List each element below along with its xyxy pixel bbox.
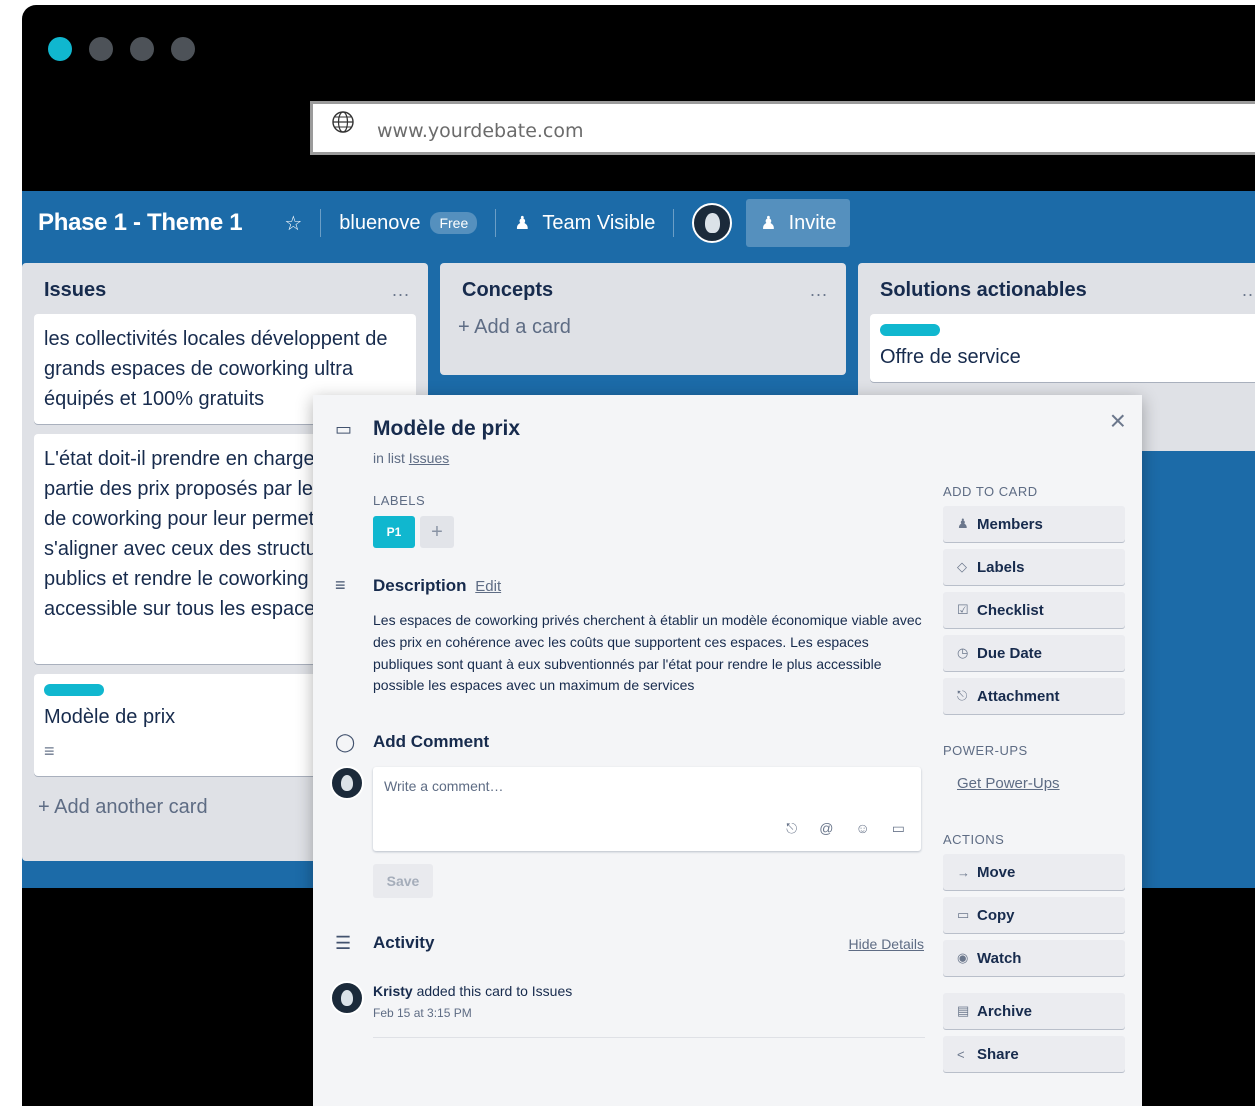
invite-button[interactable]: ♟ Invite <box>746 199 851 247</box>
maximize-window-button[interactable] <box>130 37 154 61</box>
add-label-button[interactable]: + <box>420 516 454 548</box>
header-divider <box>320 209 322 237</box>
close-icon[interactable]: × <box>1110 405 1126 437</box>
card-icon: ▭ <box>335 419 353 439</box>
member-avatar[interactable] <box>692 203 733 243</box>
add-member-icon: ♟ <box>760 212 777 233</box>
minimize-window-button[interactable] <box>89 37 113 61</box>
archive-icon: ▤ <box>957 1003 970 1018</box>
mention-icon[interactable]: @ <box>819 820 833 837</box>
list-title[interactable]: Concepts <box>462 279 553 302</box>
in-list-link[interactable]: Issues <box>409 450 449 466</box>
edit-description-link[interactable]: Edit <box>475 578 501 595</box>
window-controls <box>48 37 195 61</box>
copy-icon: ▭ <box>957 907 970 922</box>
invite-label: Invite <box>788 211 837 234</box>
board-title[interactable]: Phase 1 - Theme 1 <box>38 209 243 237</box>
description-icon: ≡ <box>335 575 346 595</box>
address-bar[interactable]: www.yourdebate.com <box>310 101 1255 155</box>
share-icon: < <box>957 1046 965 1062</box>
comment-tools: ⎋ @ ☺ ▭ <box>786 820 905 837</box>
board-header: Phase 1 - Theme 1 ☆ bluenove Free ♟ Team… <box>22 191 1255 255</box>
comment-icon: ◯ <box>335 732 356 752</box>
actions-heading: ACTIONS <box>943 832 1005 847</box>
header-divider <box>673 209 675 237</box>
add-card-button[interactable]: + Add a card <box>440 314 846 349</box>
save-comment-button[interactable]: Save <box>373 864 433 898</box>
watch-button[interactable]: ◉ Watch <box>943 940 1125 976</box>
add-comment-heading: Add Comment <box>373 732 490 751</box>
team-icon: ♟ <box>514 212 531 233</box>
archive-button[interactable]: ▤ Archive <box>943 993 1125 1029</box>
get-powerups-link[interactable]: Get Power-Ups <box>957 775 1060 792</box>
hide-details-link[interactable]: Hide Details <box>849 936 924 952</box>
divider <box>373 1037 925 1038</box>
globe-icon <box>332 111 354 133</box>
comment-placeholder: Write a comment… <box>384 778 504 794</box>
in-list-text: in list Issues <box>373 450 450 466</box>
members-icon: ♟ <box>957 516 969 531</box>
checklist-button[interactable]: ☑ Checklist <box>943 592 1125 628</box>
activity-user[interactable]: Kristy <box>373 983 413 999</box>
activity-avatar[interactable] <box>330 981 364 1015</box>
close-window-button[interactable] <box>48 37 72 61</box>
plan-badge: Free <box>430 212 478 234</box>
card-detail-modal: × ▭ Modèle de prix in list Issues LABELS… <box>313 395 1142 1106</box>
paperclip-icon: ⎋ <box>957 688 968 703</box>
list-card[interactable]: Offre de service <box>870 314 1255 382</box>
arrow-right-icon: → <box>957 864 970 880</box>
activity-action: added this card to Issues <box>416 983 573 999</box>
current-user-avatar <box>330 766 364 800</box>
visibility-label: Team Visible <box>542 211 656 234</box>
star-icon[interactable]: ☆ <box>284 201 302 245</box>
team-button[interactable]: bluenove Free <box>339 201 478 245</box>
label-p1[interactable]: P1 <box>373 516 415 548</box>
list-menu-icon[interactable]: ... <box>392 280 410 301</box>
attachment-icon[interactable]: ⎋ <box>786 820 797 837</box>
header-divider <box>495 209 497 237</box>
url-text: www.yourdebate.com <box>377 120 584 142</box>
list-menu-icon[interactable]: ... <box>1242 280 1255 301</box>
share-button[interactable]: < Share <box>943 1036 1125 1072</box>
labels-button[interactable]: ◇ Labels <box>943 549 1125 585</box>
list-title[interactable]: Issues <box>44 279 106 302</box>
visibility-button[interactable]: ♟ Team Visible <box>514 201 655 245</box>
team-name: bluenove <box>339 211 421 234</box>
activity-heading: Activity <box>373 933 435 952</box>
card-title: Offre de service <box>880 346 1021 368</box>
description-heading: Description Edit <box>373 576 502 595</box>
powerups-heading: POWER-UPS <box>943 743 1028 758</box>
list-title[interactable]: Solutions actionables <box>880 279 1087 302</box>
members-button[interactable]: ♟ Members <box>943 506 1125 542</box>
extra-window-button[interactable] <box>171 37 195 61</box>
card-label <box>880 324 940 336</box>
copy-button[interactable]: ▭ Copy <box>943 897 1125 933</box>
add-to-card-heading: ADD TO CARD <box>943 484 1038 499</box>
description-text[interactable]: Les espaces de coworking privés cherchen… <box>373 610 923 697</box>
comment-input[interactable]: Write a comment… ⎋ @ ☺ ▭ <box>373 767 921 851</box>
label-icon: ◇ <box>957 559 967 574</box>
activity-icon: ☰ <box>335 933 352 953</box>
card-label <box>44 684 104 696</box>
card-link-icon[interactable]: ▭ <box>892 820 905 837</box>
list-concepts: Concepts ... + Add a card <box>440 263 846 375</box>
emoji-icon[interactable]: ☺ <box>855 820 869 837</box>
clock-icon: ◷ <box>957 645 969 660</box>
activity-timestamp[interactable]: Feb 15 at 3:15 PM <box>373 1006 472 1020</box>
list-menu-icon[interactable]: ... <box>810 280 828 301</box>
checklist-icon: ☑ <box>957 602 969 617</box>
activity-entry: Kristy added this card to Issues <box>373 983 572 999</box>
labels-heading: LABELS <box>373 493 426 508</box>
move-button[interactable]: → Move <box>943 854 1125 890</box>
eye-icon: ◉ <box>957 950 969 965</box>
card-title[interactable]: Modèle de prix <box>373 417 520 441</box>
due-date-button[interactable]: ◷ Due Date <box>943 635 1125 671</box>
attachment-button[interactable]: ⎋ Attachment <box>943 678 1125 714</box>
